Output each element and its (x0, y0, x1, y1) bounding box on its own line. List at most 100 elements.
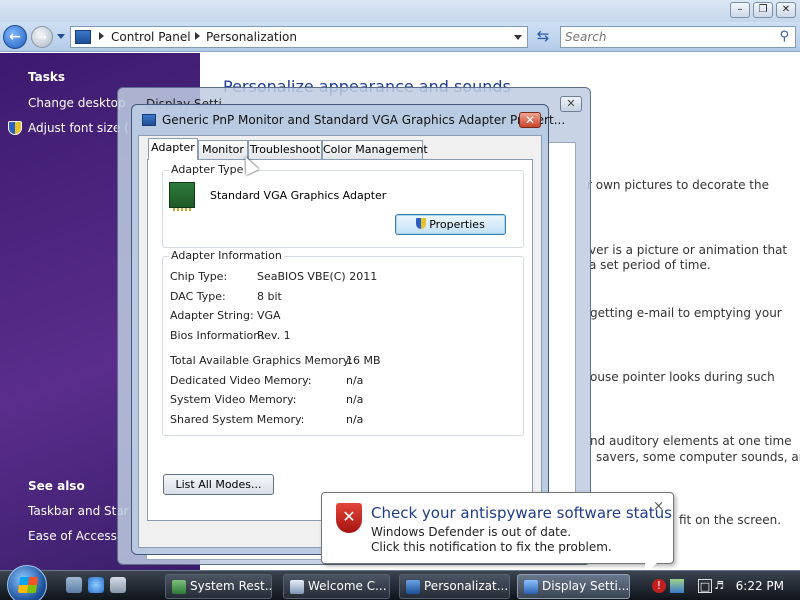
network-icon[interactable]: □ (698, 579, 712, 593)
search-box[interactable]: ⚲ (560, 26, 796, 48)
desc-text: getting e-mail to emptying your (590, 306, 782, 320)
taskbar-button-label: Welcome C... (308, 579, 387, 593)
link-taskbar-start-menu[interactable]: Taskbar and Star (28, 504, 129, 518)
dialog-title: Generic PnP Monitor and Standard VGA Gra… (162, 113, 566, 127)
link-ease-of-access[interactable]: Ease of Access (28, 529, 117, 543)
dialog-client: Adapter Monitor Troubleshoot Color Manag… (138, 135, 542, 548)
uac-shield-icon (416, 218, 427, 229)
desc-text: fit on the screen. (679, 513, 782, 527)
control-panel-icon (75, 30, 91, 44)
info-key: DAC Type: (170, 290, 226, 303)
properties-button[interactable]: Properties (395, 214, 506, 235)
taskbar-button-system-restore[interactable]: System Rest... (165, 574, 272, 599)
memory-value: n/a (346, 413, 364, 426)
memory-value: n/a (346, 374, 364, 387)
minimize-button[interactable]: – (730, 2, 750, 18)
uac-shield-icon (8, 121, 22, 135)
breadcrumb-control-panel[interactable]: Control Panel (111, 30, 191, 44)
control-panel-icon (406, 580, 420, 594)
address-box[interactable]: Control Panel Personalization (70, 26, 528, 48)
close-window-button[interactable]: ✕ (776, 2, 796, 18)
refresh-icon[interactable]: ⇆ (532, 26, 554, 48)
close-button[interactable]: ✕ (519, 112, 541, 128)
address-dropdown-icon[interactable] (514, 35, 522, 40)
info-value: Rev. 1 (257, 329, 291, 342)
internet-explorer-icon[interactable] (88, 577, 104, 593)
desc-text: nd auditory elements at one time (590, 434, 792, 448)
info-key: Chip Type: (170, 270, 228, 283)
info-key: Adapter String: (170, 309, 254, 322)
back-button[interactable]: ← (3, 25, 27, 49)
taskbar-button-label: System Rest... (190, 579, 272, 593)
adapter-name: Standard VGA Graphics Adapter (210, 189, 387, 202)
close-button[interactable]: ✕ (560, 96, 582, 112)
taskbar-button-welcome-center[interactable]: Welcome C... (283, 574, 390, 599)
adapter-info-label: Adapter Information (169, 249, 284, 262)
clock[interactable]: 6:22 PM (736, 579, 784, 593)
window-controls: – ❐ ✕ (0, 0, 800, 22)
see-also-heading: See also (28, 479, 85, 493)
welcome-center-icon (290, 580, 304, 594)
show-desktop-icon[interactable] (66, 577, 82, 593)
adapter-info-group: Adapter Information Chip Type: SeaBIOS V… (162, 249, 524, 436)
notification-message[interactable]: Windows Defender is out of date. (371, 525, 571, 539)
close-icon[interactable]: × (653, 499, 664, 514)
display-settings-icon (524, 580, 538, 594)
graphics-card-icon (169, 182, 195, 211)
info-value: VGA (257, 309, 281, 322)
taskbar-button-label: Personalizat... (424, 579, 509, 593)
memory-value: 16 MB (346, 354, 381, 367)
notification-balloon[interactable]: ✕ Check your antispyware software status… (321, 492, 674, 574)
breadcrumb-arrow-icon[interactable] (99, 32, 104, 40)
notification-title[interactable]: Check your antispyware software status (371, 504, 672, 522)
task-change-desktop[interactable]: Change desktop (28, 96, 126, 110)
taskbar-button-label: Display Setti... (542, 579, 630, 593)
breadcrumb-personalization[interactable]: Personalization (206, 30, 297, 44)
system-restore-icon (172, 580, 186, 594)
desc-text: ouse pointer looks during such (590, 370, 775, 384)
windows-logo-icon (17, 577, 39, 593)
adapter-properties-dialog: Generic PnP Monitor and Standard VGA Gra… (131, 104, 565, 555)
recent-pages-dropdown[interactable] (57, 34, 65, 39)
properties-button-label: Properties (429, 218, 485, 231)
breadcrumb-arrow-icon[interactable] (195, 32, 200, 40)
memory-value: n/a (346, 393, 364, 406)
volume-icon[interactable]: ♬ (712, 579, 726, 593)
switch-windows-icon[interactable] (110, 577, 126, 593)
task-adjust-font-size[interactable]: Adjust font size ( (28, 121, 129, 135)
tab-adapter[interactable]: Adapter (148, 138, 198, 160)
system-tray: ! □ ♬ 6:22 PM (650, 574, 800, 599)
memory-key: System Video Memory: (170, 393, 297, 406)
memory-key: Total Available Graphics Memory: (170, 354, 353, 367)
adapter-type-group: Adapter Type Standard VGA Graphics Adapt… (162, 163, 524, 248)
security-warning-icon: ✕ (336, 503, 362, 533)
search-icon[interactable]: ⚲ (779, 29, 789, 44)
restore-button[interactable]: ❐ (753, 2, 773, 18)
memory-key: Dedicated Video Memory: (170, 374, 312, 387)
forward-button[interactable]: → (31, 26, 53, 48)
taskbar-button-personalization[interactable]: Personalizat... (399, 574, 510, 599)
info-key: Bios Information: (170, 329, 264, 342)
tab-monitor[interactable]: Monitor (198, 140, 248, 159)
start-button[interactable] (7, 565, 47, 600)
desc-text: ver is a picture or animation that (589, 243, 788, 257)
notification-message[interactable]: Click this notification to fix the probl… (371, 540, 612, 554)
desc-text: savers, some computer sounds, and (596, 450, 800, 464)
taskbar-button-display-settings[interactable]: Display Setti... (517, 574, 630, 599)
defender-warning-icon[interactable]: ! (652, 579, 666, 593)
adapter-tab-page: Adapter Type Standard VGA Graphics Adapt… (147, 159, 533, 521)
security-center-icon[interactable] (670, 579, 684, 593)
info-value: 8 bit (257, 290, 282, 303)
list-all-modes-button[interactable]: List All Modes... (163, 474, 274, 495)
tab-troubleshoot[interactable]: Troubleshoot (248, 140, 322, 159)
desc-text: r own pictures to decorate the (587, 178, 769, 192)
search-input[interactable] (565, 29, 765, 45)
adapter-type-label: Adapter Type (169, 163, 246, 176)
tab-color-management[interactable]: Color Management (322, 140, 428, 159)
monitor-icon (142, 114, 156, 126)
memory-key: Shared System Memory: (170, 413, 305, 426)
info-value: SeaBIOS VBE(C) 2011 (257, 270, 378, 283)
navigation-bar: ← → Control Panel Personalization ⇆ ⚲ (0, 22, 800, 52)
tasks-heading: Tasks (28, 70, 66, 84)
taskbar: System Rest... Welcome C... Personalizat… (0, 565, 800, 600)
